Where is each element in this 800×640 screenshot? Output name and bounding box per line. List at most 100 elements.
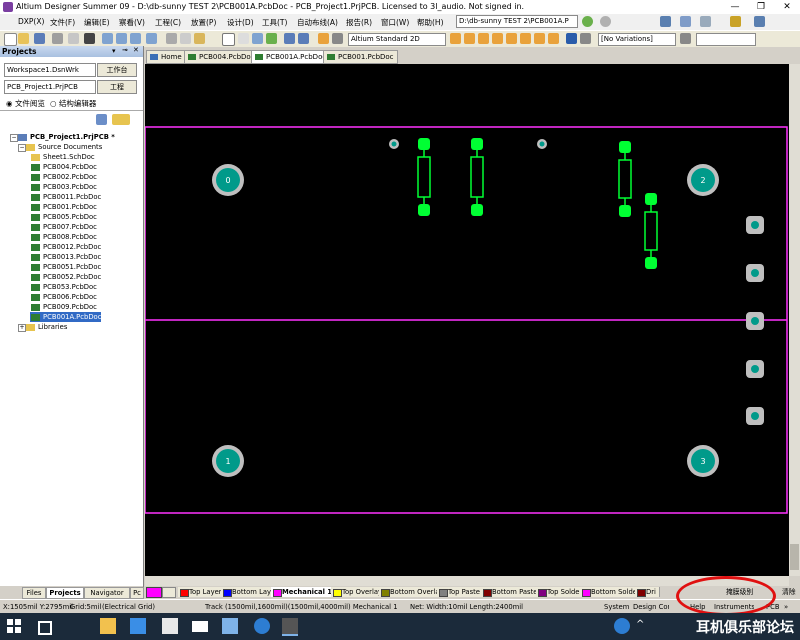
task-view-icon[interactable]	[38, 621, 52, 635]
maximize-button[interactable]: ❐	[748, 0, 774, 14]
tree-file-item[interactable]: PCB0052.PcbDoc	[30, 272, 101, 282]
tree-file-item[interactable]: PCB053.PcbDoc	[30, 282, 97, 292]
menu-edit[interactable]: 编辑(E)	[84, 17, 110, 28]
undo-icon[interactable]	[284, 33, 295, 44]
toolbar-icon[interactable]	[680, 16, 691, 27]
toolbar-icon[interactable]	[146, 33, 157, 44]
tree-file-item[interactable]: PCB001.PcbDoc	[30, 202, 97, 212]
radio-file-view[interactable]: ◉ 文件阅览	[6, 98, 45, 109]
tree-file-item[interactable]: PCB007.PcbDoc	[30, 222, 97, 232]
project-node[interactable]: PCB_Project1.PrjPCB *	[17, 132, 115, 142]
resistor-footprint-3[interactable]	[618, 141, 632, 217]
workspace-combo[interactable]: Workspace1.DsnWrk	[4, 63, 96, 77]
toolbar-icon[interactable]	[102, 33, 113, 44]
toolbar-icon[interactable]	[478, 33, 489, 44]
mounting-hole-3[interactable]: 3	[687, 445, 719, 477]
menu-design[interactable]: 设计(D)	[227, 17, 254, 28]
tree-file-item[interactable]: PCB006.PcbDoc	[30, 292, 97, 302]
project-menu-icon[interactable]	[112, 114, 130, 125]
tree-file-item[interactable]: PCB003.PcbDoc	[30, 182, 97, 192]
tree-file-item[interactable]: PCB008.PcbDoc	[30, 232, 97, 242]
route-icon[interactable]	[464, 33, 475, 44]
layer-tab[interactable]: Top Overlay	[331, 587, 380, 597]
tray-chevron-icon[interactable]: ^	[636, 619, 644, 630]
menu-place[interactable]: 放置(P)	[191, 17, 216, 28]
new-file-icon[interactable]	[4, 33, 17, 46]
mounting-hole-2[interactable]: 2	[687, 164, 719, 196]
mail-icon[interactable]	[192, 621, 208, 632]
toolbar-icon[interactable]	[548, 33, 559, 44]
layer-tab[interactable]: Bottom Solder	[580, 587, 636, 597]
minimize-button[interactable]: —	[722, 0, 748, 14]
layer-tab[interactable]: Mechanical 1	[271, 587, 332, 597]
path-combo[interactable]: D:\db-sunny TEST 2\PCB001A.P	[456, 15, 578, 28]
settings-icon[interactable]	[600, 16, 611, 27]
tree-file-item[interactable]: PCB0011.PcbDoc	[30, 192, 101, 202]
connector-pad[interactable]	[746, 407, 764, 425]
tree-file-item[interactable]: PCB0051.PcbDoc	[30, 262, 101, 272]
toolbar-icon[interactable]	[266, 33, 277, 44]
connector-pad[interactable]	[746, 264, 764, 282]
menu-window[interactable]: 窗口(W)	[381, 17, 409, 28]
workspace-button[interactable]: 工作台	[97, 63, 137, 77]
connector-pad[interactable]	[746, 312, 764, 330]
layer-set-icon[interactable]	[162, 587, 176, 598]
resistor-footprint-1[interactable]	[417, 138, 431, 216]
tab-projects[interactable]: Projects	[46, 587, 84, 599]
tab-pcb[interactable]: Pc	[130, 587, 144, 599]
toolbar-icon[interactable]	[492, 33, 503, 44]
toolbar-icon[interactable]	[130, 33, 141, 44]
variations-combo[interactable]: [No Variations]	[598, 33, 676, 46]
pin-icon[interactable]: ⊸	[122, 46, 128, 54]
via[interactable]	[389, 139, 399, 149]
select-icon[interactable]	[222, 33, 235, 46]
tree-file-item[interactable]: Sheet1.SchDoc	[30, 152, 95, 162]
toolbar-icon[interactable]	[730, 16, 741, 27]
print-icon[interactable]	[52, 33, 63, 44]
toolbar-icon[interactable]	[754, 16, 765, 27]
menu-autoroute[interactable]: 自动布线(A)	[297, 17, 338, 28]
tree-file-item[interactable]: PCB002.PcbDoc	[30, 172, 97, 182]
tree-file-item[interactable]: PCB009.PcbDoc	[30, 302, 97, 312]
tree-file-item[interactable]: PCB0013.PcbDoc	[30, 252, 101, 262]
layer-tab[interactable]: Bottom Overlay	[379, 587, 438, 597]
tab-pcb001a[interactable]: PCB001A.PcbDoc	[251, 50, 331, 64]
store-icon[interactable]	[130, 618, 146, 634]
project-options-icon[interactable]	[96, 114, 107, 125]
menu-help[interactable]: 帮助(H)	[417, 17, 444, 28]
start-icon[interactable]	[6, 618, 22, 634]
toolbar-icon[interactable]	[680, 33, 691, 44]
3d-icon[interactable]	[84, 33, 95, 44]
copy-icon[interactable]	[180, 33, 191, 44]
layer-tab[interactable]: Bottom Layer	[221, 587, 272, 597]
menu-view[interactable]: 察看(V)	[119, 17, 145, 28]
file-explorer-icon[interactable]	[100, 618, 116, 634]
toolbar-icon[interactable]	[580, 33, 591, 44]
layer-tab[interactable]: Dri	[635, 587, 660, 597]
toolbar-icon[interactable]	[534, 33, 545, 44]
layer-tab[interactable]: Top Layer	[178, 587, 222, 597]
status-tab-more[interactable]: »	[784, 603, 788, 611]
toolbar-icon[interactable]	[116, 33, 127, 44]
toolbar-icon[interactable]	[332, 33, 343, 44]
tab-navigator[interactable]: Navigator	[84, 587, 130, 599]
tree-file-item[interactable]: PCB001A.PcbDoc	[30, 312, 102, 322]
menu-project[interactable]: 工程(C)	[155, 17, 181, 28]
radio-struct-editor[interactable]: ○ 结构编辑器	[50, 98, 96, 109]
menu-tools[interactable]: 工具(T)	[262, 17, 287, 28]
clear-label[interactable]: 清除	[782, 587, 796, 597]
layer-tab[interactable]: Top Paste	[437, 587, 482, 597]
toolbar-icon[interactable]	[520, 33, 531, 44]
close-button[interactable]: ✕	[774, 0, 800, 14]
vertical-scrollbar[interactable]	[789, 64, 800, 576]
project-button[interactable]: 工程	[97, 80, 137, 94]
resistor-footprint-4[interactable]	[644, 193, 658, 269]
shopping-bag-icon[interactable]	[162, 618, 178, 634]
scroll-thumb[interactable]	[790, 544, 799, 570]
libraries-folder[interactable]: Libraries	[25, 322, 67, 332]
nav-forward-icon[interactable]	[582, 16, 593, 27]
blank-combo[interactable]	[696, 33, 756, 46]
text-icon[interactable]	[566, 33, 577, 44]
tree-file-item[interactable]: PCB004.PcbDoc	[30, 162, 97, 172]
via[interactable]	[537, 139, 547, 149]
